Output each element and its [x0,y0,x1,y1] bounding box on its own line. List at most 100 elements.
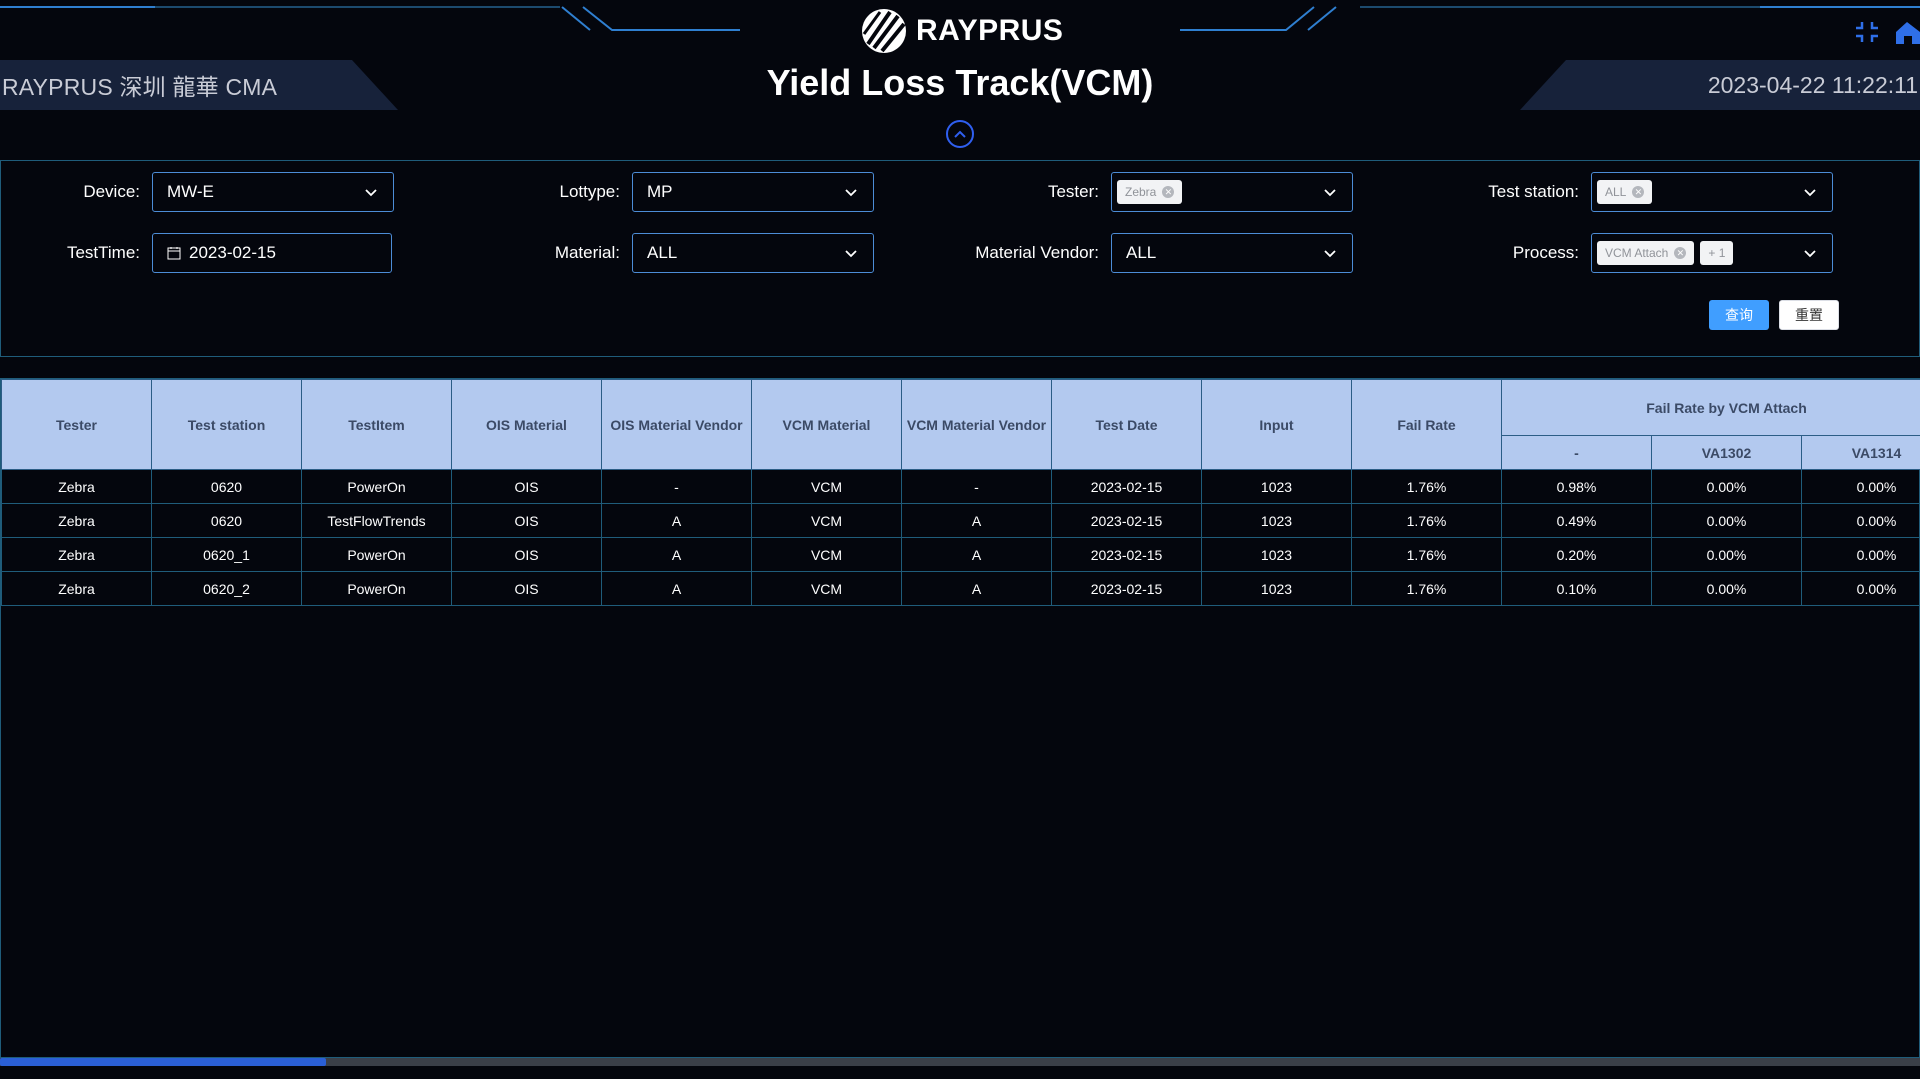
datetime: 2023-04-22 11:22:11 [1707,72,1918,98]
table-header: Tester Test station TestItem OIS Material OI… [1,379,1920,470]
table-cell: OIS [451,571,602,606]
table-cell: 0.00% [1651,503,1802,538]
table-cell: Zebra [1,571,152,606]
table-cell: A [901,503,1052,538]
material-vendor-select[interactable]: ALL [1111,233,1353,273]
table-cell: A [601,503,752,538]
device-label: Device: [83,182,140,201]
page-title: Yield Loss Track(VCM) [766,62,1154,103]
subcolumn-header: - [1501,435,1652,470]
table-cell: VCM [751,537,902,572]
reset-button[interactable]: 重置 [1779,300,1839,330]
home-icon[interactable] [1894,20,1920,44]
tag-close-icon[interactable]: ✕ [1674,247,1687,259]
material-vendor-label: Material Vendor: [975,243,1099,262]
device-select[interactable]: MW-E [152,172,394,212]
table-cell: A [601,537,752,572]
table-row[interactable]: Zebra 0620 TestFlowTrends OIS A VCM A 2023-02-1… [1,503,1920,538]
table-cell: 1023 [1201,537,1352,572]
process-select[interactable]: VCM Attach ✕ + 1 [1591,233,1833,273]
table-body: Zebra 0620 PowerOn OIS - VCM -2023-02-15 1023 1.… [1,469,1920,606]
test-station-select[interactable]: ALL ✕ [1591,172,1833,212]
device-value: MW-E [167,182,214,201]
subcolumn-header: VA1314 [1800,435,1920,470]
column-header: Test station [151,379,302,470]
rayprus-logo-icon [862,9,906,53]
table-cell: A [901,571,1052,606]
table-cell: 0.98% [1501,469,1652,504]
table-cell: 0620_2 [151,571,302,606]
table-cell: 0.00% [1800,469,1920,504]
tester-select[interactable]: Zebra ✕ [1111,172,1353,212]
table-cell: PowerOn [301,571,452,606]
table-row[interactable]: Zebra 0620_1 PowerOn OIS A VCM A 2023-02-15 1023… [1,537,1920,572]
test-station-tag: ALL ✕ [1597,180,1653,204]
tag-close-icon[interactable]: ✕ [1162,186,1175,198]
app-root: RAYPRUS 深圳 龍華 CMA RAYPRUS Yield Loss Tra… [0,0,1920,1079]
table-cell: 1023 [1201,503,1352,538]
company-logo: RAYPRUS [860,4,1063,58]
header: RAYPRUS 深圳 龍華 CMA RAYPRUS Yield Loss Tra… [0,0,1920,160]
column-header: Fail Rate [1351,379,1502,470]
table-cell: 0620_1 [151,537,302,572]
column-header: TestItem [301,379,452,470]
table-cell: 2023-02-15 [1051,537,1202,572]
tester-tag: Zebra ✕ [1117,180,1183,204]
results-table-container: Tester Test station TestItem OIS Material OI… [0,378,1920,1058]
test-station-label: Test station: [1488,182,1579,201]
table-cell: TestFlowTrends [301,503,452,538]
tag-close-icon[interactable]: ✕ [1632,186,1645,198]
chevron-down-icon [1804,250,1816,258]
table-cell: 1023 [1201,469,1352,504]
process-tag-label: VCM Attach [1605,246,1669,260]
table-cell: VCM [751,469,902,504]
table-cell: 2023-02-15 [1051,571,1202,606]
table-cell: PowerOn [301,537,452,572]
chevron-down-icon [845,250,857,258]
material-value: ALL [647,243,678,262]
table-cell: 1.76% [1351,503,1502,538]
table-cell: OIS [451,503,602,538]
collapse-button[interactable] [946,120,974,148]
tester-label: Tester: [1047,182,1099,201]
query-button[interactable]: 查询 [1709,300,1769,330]
table-cell: 0.00% [1651,571,1802,606]
scrollbar-thumb[interactable] [0,1058,326,1066]
table-cell: 2023-02-15 [1051,503,1202,538]
column-header: VCM Material Vendor [901,379,1052,470]
horizontal-scrollbar[interactable] [0,1058,1920,1066]
table-cell: 0.49% [1501,503,1652,538]
table-cell: 0.00% [1651,537,1802,572]
table-cell: Zebra [1,537,152,572]
column-header: Tester [1,379,152,470]
material-select[interactable]: ALL [632,233,874,273]
table-cell: 1.76% [1351,571,1502,606]
table-cell: 0.00% [1800,537,1920,572]
fullscreen-exit-icon[interactable] [1854,20,1880,44]
table-row[interactable]: Zebra 0620_2 PowerOn OIS A VCM A 2023-02-15 1023… [1,571,1920,606]
filter-row-1: Device: MW-E Lottype: MP Tester: Zebra ✕ … [1,172,1920,212]
chevron-down-icon [1324,250,1336,258]
testtime-label: TestTime: [66,243,140,262]
table-cell: 2023-02-15 [1051,469,1202,504]
material-label: Material: [554,243,620,262]
column-header: VCM Material [751,379,902,470]
process-more-tag: + 1 [1700,241,1734,265]
group-column-header: Fail Rate by VCM Attach [1500,379,1920,436]
subcolumn-header: VA1302 [1651,435,1802,470]
table-cell: 0.00% [1651,469,1802,504]
process-tag: VCM Attach ✕ [1597,241,1695,265]
filter-panel: Device: MW-E Lottype: MP Tester: Zebra ✕ … [0,160,1920,357]
column-header: OIS Material Vendor [601,379,752,470]
table-cell: - [601,469,752,504]
table-cell: 0.20% [1501,537,1652,572]
testtime-value: 2023-02-15 [189,243,276,262]
chevron-down-icon [1804,189,1816,197]
chevron-down-icon [1324,189,1336,197]
testtime-date-picker[interactable]: 2023-02-15 [152,233,392,273]
lottype-select[interactable]: MP [632,172,874,212]
test-station-tag-label: ALL [1605,185,1627,199]
table-row[interactable]: Zebra 0620 PowerOn OIS - VCM -2023-02-15 1023 1.… [1,469,1920,504]
column-header: Input [1201,379,1352,470]
header-row: Tester Test station TestItem OIS Material OI… [1,379,1920,470]
